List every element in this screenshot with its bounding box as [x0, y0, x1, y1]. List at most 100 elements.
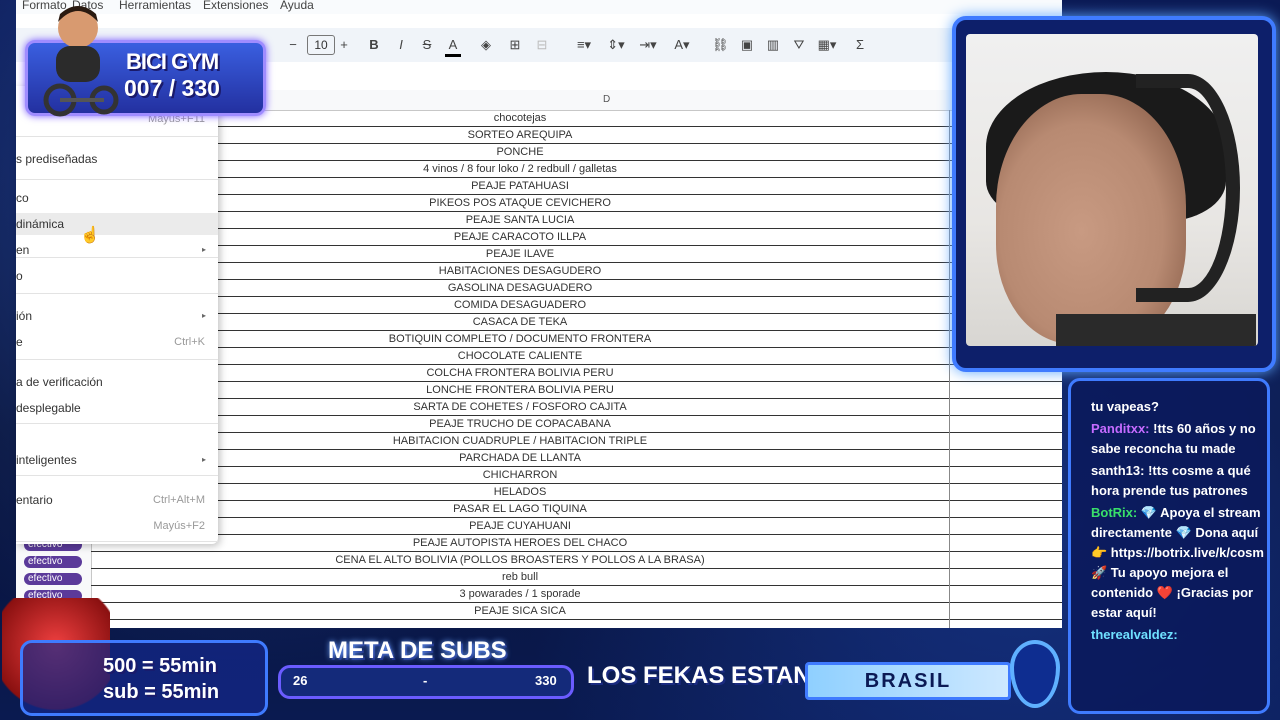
text-color-button[interactable]: A: [445, 36, 461, 57]
table-row: SARTA DE COHETES / FOSFORO CAJITA: [91, 399, 1062, 416]
menu-item[interactable]: ión ▸: [16, 305, 218, 327]
menu-tools[interactable]: Herramientas: [119, 0, 191, 12]
table-row: PEAJE PATAHUASI: [91, 178, 1062, 195]
filter-views-icon[interactable]: ▦▾: [816, 36, 838, 54]
cell-d[interactable]: PEAJE SICA SICA: [91, 603, 949, 620]
column-header-d[interactable]: D: [603, 94, 610, 105]
cell-d[interactable]: PEAJE SANTA LUCIA: [91, 212, 949, 229]
menu-item-label: o: [16, 269, 23, 283]
cell-d[interactable]: SORTEO AREQUIPA: [91, 127, 949, 144]
menu-item[interactable]: Mayús+F2: [16, 515, 218, 537]
merge-cells-icon[interactable]: ⊟: [534, 36, 550, 54]
cell-d[interactable]: COMIDA DESAGUADERO: [91, 297, 949, 314]
sub-rule-line-2: sub = 55min: [103, 681, 220, 703]
comment-icon[interactable]: ▣: [739, 36, 755, 54]
link-icon[interactable]: ⛓: [712, 36, 729, 54]
cell-d[interactable]: HABITACIONES DESAGUDERO: [91, 263, 949, 280]
menu-item-label: ión: [16, 309, 33, 323]
borders-icon[interactable]: ⊞: [507, 36, 523, 54]
table-row: COMIDA DESAGUADERO: [91, 297, 1062, 314]
menu-bar: Formato Datos Herramientas Extensiones A…: [16, 0, 1062, 14]
cell-d[interactable]: HELADOS: [91, 484, 949, 501]
filter-icon[interactable]: ⛛: [791, 36, 807, 54]
chat-panel: tu vapeas? Panditxx: !tts 60 años y no sa…: [1068, 378, 1270, 714]
location-badge: BRASIL: [805, 662, 1011, 700]
font-size-increase-button[interactable]: +: [337, 36, 351, 54]
cell-grid: chocotejas SORTEO AREQUIPA PONCHE 4 vinos /…: [91, 110, 1062, 620]
payment-chip[interactable]: efectivo: [24, 573, 82, 585]
column-divider: [949, 110, 950, 628]
fill-color-icon[interactable]: ◈: [478, 36, 494, 54]
cell-d[interactable]: PEAJE CUYAHUANI: [91, 518, 949, 535]
cell-d[interactable]: PONCHE: [91, 144, 949, 161]
text-rotation-icon[interactable]: A▾: [672, 36, 692, 54]
cell-d[interactable]: CHICHARRON: [91, 467, 949, 484]
cell-d[interactable]: PEAJE PATAHUASI: [91, 178, 949, 195]
cell-d[interactable]: PIKEOS POS ATAQUE CEVICHERO: [91, 195, 949, 212]
cell-d[interactable]: reb bull: [91, 569, 949, 586]
cell-d[interactable]: PEAJE ILAVE: [91, 246, 949, 263]
chat-username[interactable]: BotRix:: [1091, 505, 1137, 520]
align-vertical-icon[interactable]: ⇕▾: [606, 36, 626, 54]
menu-item[interactable]: e Ctrl+K: [16, 331, 218, 353]
menu-help[interactable]: Ayuda: [280, 0, 314, 12]
menu-item-label: s prediseñadas: [16, 152, 98, 166]
table-row: LONCHE FRONTERA BOLIVIA PERU: [91, 382, 1062, 399]
headset-icon: [1136, 74, 1240, 302]
cell-d[interactable]: LONCHE FRONTERA BOLIVIA PERU: [91, 382, 949, 399]
webcam-feed: [966, 34, 1258, 346]
mouse-cursor-icon: ☝: [80, 227, 100, 244]
cell-d[interactable]: 3 powarades / 1 sporade: [91, 586, 949, 603]
menu-item[interactable]: co: [16, 187, 218, 209]
cell-d[interactable]: HABITACION CUADRUPLE / HABITACION TRIPLE: [91, 433, 949, 450]
payment-chip[interactable]: efectivo: [24, 556, 82, 568]
table-row: HABITACION CUADRUPLE / HABITACION TRIPLE: [91, 433, 1062, 450]
table-row: PEAJE AUTOPISTA HEROES DEL CHACO: [91, 535, 1062, 552]
table-row: CHOCOLATE CALIENTE: [91, 348, 1062, 365]
italic-button[interactable]: I: [393, 36, 409, 54]
cell-d[interactable]: PASAR EL LAGO TIQUINA: [91, 501, 949, 518]
font-size-input[interactable]: 10: [307, 35, 335, 55]
cell-d[interactable]: 4 vinos / 8 four loko / 2 redbull / gall…: [91, 161, 949, 178]
bold-button[interactable]: B: [366, 36, 382, 54]
menu-separator: [16, 293, 218, 294]
sub-goal-target: 330: [535, 673, 557, 688]
table-row: SORTEO AREQUIPA: [91, 127, 1062, 144]
menu-item[interactable]: inteligentes ▸: [16, 449, 218, 471]
menu-item[interactable]: desplegable: [16, 397, 218, 419]
cell-d[interactable]: SARTA DE COHETES / FOSFORO CAJITA: [91, 399, 949, 416]
menu-item[interactable]: s prediseñadas: [16, 148, 218, 170]
table-row: PEAJE CUYAHUANI: [91, 518, 1062, 535]
sub-goal-current: 26: [293, 673, 308, 688]
strikethrough-button[interactable]: S: [419, 36, 435, 54]
table-row: PONCHE: [91, 144, 1062, 161]
menu-item[interactable]: dinámica: [16, 213, 218, 235]
cell-d[interactable]: PEAJE TRUCHO DE COPACABANA: [91, 416, 949, 433]
table-row: CHICHARRON: [91, 467, 1062, 484]
functions-button[interactable]: Σ: [852, 36, 868, 54]
menu-separator: [16, 136, 218, 137]
cell-d[interactable]: PEAJE CARACOTO ILLPA: [91, 229, 949, 246]
menu-item[interactable]: a de verificación: [16, 371, 218, 393]
cell-d[interactable]: CASACA DE TEKA: [91, 314, 949, 331]
cell-d[interactable]: CENA EL ALTO BOLIVIA (POLLOS BROASTERS Y…: [91, 552, 949, 569]
cell-d[interactable]: COLCHA FRONTERA BOLIVIA PERU: [91, 365, 949, 382]
cell-d[interactable]: PEAJE AUTOPISTA HEROES DEL CHACO: [91, 535, 949, 552]
align-horizontal-icon[interactable]: ≡▾: [574, 36, 594, 54]
table-row: PIKEOS POS ATAQUE CEVICHERO: [91, 195, 1062, 212]
menu-extensions[interactable]: Extensiones: [203, 0, 268, 12]
cell-d[interactable]: PARCHADA DE LLANTA: [91, 450, 949, 467]
cell-d[interactable]: GASOLINA DESAGUADERO: [91, 280, 949, 297]
font-size-decrease-button[interactable]: −: [286, 36, 300, 54]
cell-d[interactable]: CHOCOLATE CALIENTE: [91, 348, 949, 365]
streamer-shirt: [1056, 314, 1256, 346]
cell-d[interactable]: BOTIQUIN COMPLETO / DOCUMENTO FRONTERA: [91, 331, 949, 348]
menu-item[interactable]: entario Ctrl+Alt+M: [16, 489, 218, 511]
chart-icon[interactable]: ▥: [765, 36, 781, 54]
chat-username[interactable]: therealvaldez:: [1091, 627, 1178, 642]
sub-goal-title: META DE SUBS: [328, 637, 507, 664]
text-wrap-icon[interactable]: ⇥▾: [638, 36, 658, 54]
menu-item[interactable]: o: [16, 265, 218, 287]
chat-username[interactable]: Panditxx:: [1091, 421, 1150, 436]
chat-username[interactable]: santh13:: [1091, 463, 1144, 478]
